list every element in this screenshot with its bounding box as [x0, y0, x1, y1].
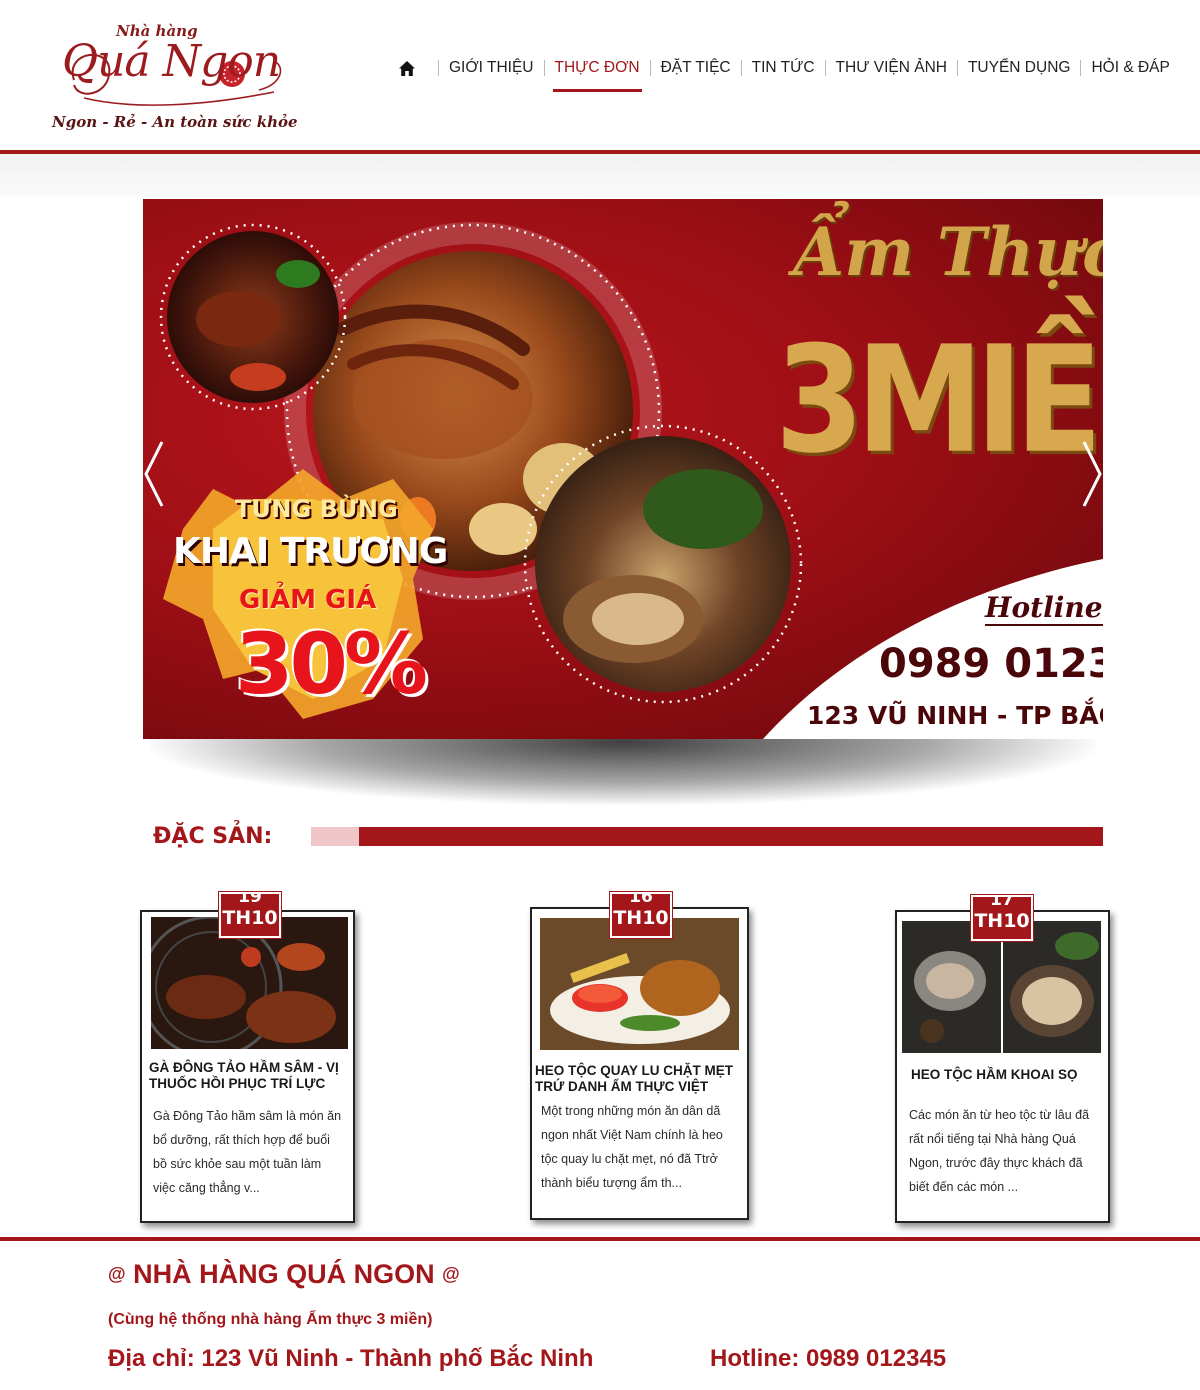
- nav-separator: [1080, 60, 1082, 76]
- promo-line1: TƯNG BỪNG: [235, 495, 398, 523]
- card-description: Một trong những món ăn dân dã ngon nhất …: [541, 1104, 723, 1190]
- header-band: [0, 154, 1200, 196]
- card-date-badge: 17 TH10: [970, 891, 1034, 942]
- restaurant-logo[interactable]: Nhà hàng Quá Ngon Ngon - Rẻ - An toàn sứ…: [50, 18, 300, 138]
- banner-title-line2: 3MIỀN: [775, 315, 1103, 487]
- footer-address: Địa chỉ: 123 Vũ Ninh - Thành phố Bắc Nin…: [108, 1345, 594, 1372]
- specialty-card[interactable]: 19 TH10 GÀ ĐÔNG TẢO HẦM SÂM - VỊ THUỐC H…: [140, 888, 355, 1223]
- logo-name: Quá Ngon: [62, 36, 281, 87]
- banner-hotline-label: Hotline:: [985, 591, 1103, 626]
- card-date-day: 16: [629, 887, 653, 907]
- footer-name-text: NHÀ HÀNG QUÁ NGON: [133, 1259, 435, 1289]
- banner-address: 123 VŨ NINH - TP BẮC NINH: [807, 701, 1103, 730]
- at-icon: @: [442, 1264, 460, 1284]
- heading-bar: [359, 827, 1103, 846]
- banner-shadow: [150, 735, 1096, 805]
- card-date-day: 19: [238, 887, 262, 907]
- card-date-month: TH10: [974, 910, 1030, 932]
- heading-bar-accent: [311, 827, 359, 846]
- footer-subtitle: (Cùng hệ thống nhà hàng Ẩm thực 3 miền): [108, 1311, 433, 1328]
- nav-separator: [438, 60, 439, 76]
- site-header: Nhà hàng Quá Ngon Ngon - Rẻ - An toàn sứ…: [0, 0, 1200, 152]
- hero-banner[interactable]: Ẩm Thực 3MIỀN TƯNG BỪNG KHAI TRƯƠNG GIẢM…: [143, 199, 1103, 739]
- nav-separator: [543, 60, 545, 76]
- nav-item-tuyen-dung[interactable]: TUYỂN DỤNG: [968, 59, 1070, 77]
- home-icon[interactable]: [398, 58, 418, 78]
- promo-line2: KHAI TRƯƠNG: [173, 531, 448, 572]
- banner-title-line1: Ẩm Thực: [793, 213, 1103, 291]
- nav-item-hoi-dap[interactable]: HỎI & ĐÁP: [1091, 59, 1169, 77]
- card-description: Các món ăn từ heo tộc từ lâu đã rất nổi …: [909, 1108, 1090, 1194]
- nav-item-thuc-don[interactable]: THỰC ĐƠN: [552, 59, 642, 92]
- card-description: Gà Đông Tảo hầm sâm là món ăn bổ dưỡng, …: [153, 1109, 342, 1195]
- nav-separator: [649, 60, 651, 76]
- nav-item-dat-tiec[interactable]: ĐẶT TIỆC: [661, 59, 731, 77]
- card-date-badge: 16 TH10: [609, 888, 673, 939]
- nav-item-gioi-thieu[interactable]: GIỚI THIỆU: [449, 59, 534, 77]
- promo-line3: GIẢM GIÁ: [239, 585, 377, 615]
- nav-separator: [740, 60, 742, 76]
- specialty-card[interactable]: 16 TH10 HEO TỘC QUAY LU CHẶT MẸT TRỨ DAN…: [530, 888, 749, 1220]
- nav-separator: [956, 60, 958, 76]
- nav-separator: [824, 60, 826, 76]
- promo-discount: 30%: [235, 615, 428, 713]
- logo-slogan: Ngon - Rẻ - An toàn sức khỏe: [52, 113, 298, 131]
- main-nav: GIỚI THIỆU THỰC ĐƠN ĐẶT TIỆC TIN TỨC THƯ…: [398, 56, 1170, 92]
- at-icon: @: [108, 1264, 126, 1284]
- banner-hotline-number: 0989 012345: [879, 641, 1103, 687]
- card-date-month: TH10: [222, 907, 278, 929]
- nav-item-thu-vien-anh[interactable]: THƯ VIỆN ẢNH: [836, 59, 947, 77]
- chevron-right-icon[interactable]: [1080, 438, 1104, 510]
- card-title[interactable]: HEO TỘC HẦM KHOAI SỌ: [911, 1067, 1101, 1083]
- card-title[interactable]: GÀ ĐÔNG TẢO HẦM SÂM - VỊ THUỐC HỒI PHỤC …: [149, 1060, 354, 1092]
- specialty-card[interactable]: 17 TH10 HEO TỘC HẦM KHOAI SỌ Các món ăn …: [895, 891, 1110, 1223]
- footer-restaurant-name: @ NHÀ HÀNG QUÁ NGON @: [108, 1259, 460, 1290]
- specialties-heading: ĐẶC SẢN:: [153, 824, 273, 849]
- footer-hotline[interactable]: Hotline: 0989 012345: [710, 1345, 946, 1373]
- chevron-left-icon[interactable]: [142, 438, 166, 510]
- card-date-day: 17: [990, 890, 1014, 910]
- card-date-badge: 19 TH10: [218, 888, 282, 939]
- nav-item-tin-tuc[interactable]: TIN TỨC: [752, 59, 815, 77]
- site-footer: @ NHÀ HÀNG QUÁ NGON @ (Cùng hệ thống nhà…: [0, 1241, 1200, 1390]
- card-title[interactable]: HEO TỘC QUAY LU CHẶT MẸT TRỨ DANH ẨM THỰ…: [535, 1063, 747, 1095]
- card-date-month: TH10: [613, 907, 669, 929]
